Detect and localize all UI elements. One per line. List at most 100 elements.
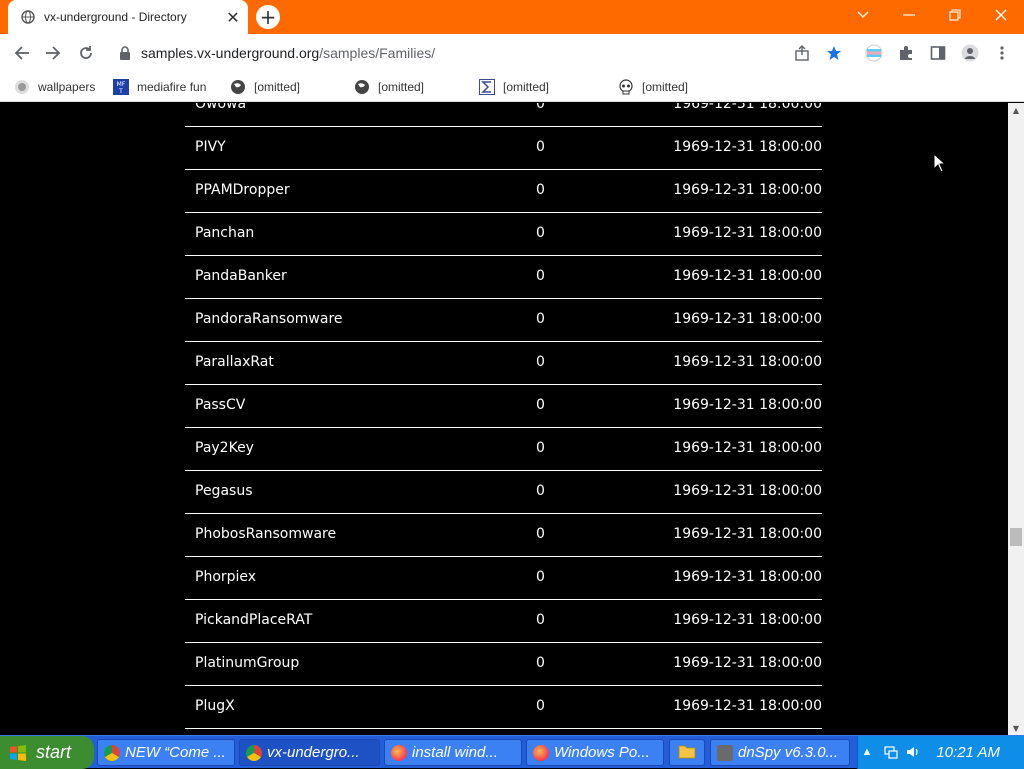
file-size: 0 [536,225,545,241]
file-size: 0 [536,655,545,671]
new-tab-button[interactable]: + [256,5,280,29]
table-row[interactable]: PandaBanker 0 1969-12-31 18:00:00 [185,256,822,299]
file-size: 0 [536,483,545,499]
restore-icon[interactable] [932,0,978,30]
family-name-link[interactable]: PlatinumGroup [195,655,299,671]
bookmark-label: [omitted] [378,80,425,94]
chrome-icon [104,744,120,761]
tab-vx-underground[interactable]: vx-underground - Directory ✕ [8,0,248,34]
vertical-scrollbar[interactable]: ▲ ▼ [1008,103,1024,735]
profile-icon[interactable] [960,43,980,63]
bookmark-label: wallpapers [38,80,96,94]
reload-icon[interactable] [72,39,100,67]
modified-date: 1969-12-31 18:00:00 [673,612,822,628]
taskbar-item-firefox-windows[interactable]: Windows Po... [526,739,664,766]
taskbar-item-chrome-vx[interactable]: vx-undergro... [239,739,380,766]
modified-date: 1969-12-31 18:00:00 [673,354,822,370]
table-row[interactable]: PhobosRansomware 0 1969-12-31 18:00:00 [185,514,822,557]
chrome-icon [246,744,262,761]
family-name-link[interactable]: Pegasus [195,483,252,499]
tray-expand-icon[interactable]: ▲ [860,745,874,759]
close-window-icon[interactable] [978,0,1024,30]
table-row[interactable]: PlatinumGroup 0 1969-12-31 18:00:00 [185,643,822,686]
family-name-link[interactable]: PIVY [195,139,226,155]
table-row[interactable]: Pay2Key 0 1969-12-31 18:00:00 [185,428,822,471]
bookmark-4[interactable]: [omitted] [354,76,424,98]
modified-date: 1969-12-31 18:00:00 [673,440,822,456]
modified-date: 1969-12-31 18:00:00 [673,103,822,112]
scroll-down-icon[interactable]: ▼ [1008,721,1024,735]
file-size: 0 [536,569,545,585]
forward-icon[interactable] [39,39,67,67]
extensions-icon[interactable] [896,43,916,63]
clock[interactable]: 10:21 AM [936,744,1000,761]
modified-date: 1969-12-31 18:00:00 [673,225,822,241]
back-icon[interactable] [8,39,36,67]
start-button[interactable]: start [0,736,94,769]
address-bar[interactable]: samples.vx-underground.org/samples/Famil… [107,38,847,68]
family-name-link[interactable]: Pay2Key [195,440,254,456]
family-name-link[interactable]: PandaBanker [195,268,287,284]
bookmark-star-icon[interactable] [824,43,844,63]
svg-text:T: T [118,88,123,95]
menu-icon[interactable] [992,43,1012,63]
taskbar-item-firefox-install[interactable]: install wind... [384,739,522,766]
modified-date: 1969-12-31 18:00:00 [673,311,822,327]
family-name-link[interactable]: PassCV [195,397,245,413]
table-row[interactable]: Owowa 0 1969-12-31 18:00:00 [185,103,822,127]
table-row[interactable]: PlugX 0 1969-12-31 18:00:00 [185,686,822,729]
close-tab-icon[interactable]: ✕ [222,6,244,28]
family-name-link[interactable]: PlugX [195,698,235,714]
file-size: 0 [536,354,545,370]
taskbar-item-label: dnSpy v6.3.0... [738,744,839,761]
family-name-link[interactable]: PandoraRansomware [195,311,343,327]
profile-flag-icon[interactable] [864,43,884,63]
modified-date: 1969-12-31 18:00:00 [673,483,822,499]
table-row[interactable]: Phorpiex 0 1969-12-31 18:00:00 [185,557,822,600]
chevron-down-icon[interactable] [840,0,886,30]
bookmark-5[interactable]: [omitted] [479,76,549,98]
table-row[interactable]: Panchan 0 1969-12-31 18:00:00 [185,213,822,256]
family-name-link[interactable]: Panchan [195,225,254,241]
lock-icon[interactable] [117,45,133,61]
family-name-link[interactable]: ParallaxRat [195,354,274,370]
bookmark-label: [omitted] [642,80,689,94]
bookmark-mediafire-fun[interactable]: MF T mediafire fun [113,76,206,98]
table-row[interactable]: ParallaxRat 0 1969-12-31 18:00:00 [185,342,822,385]
side-panel-icon[interactable] [928,43,948,63]
modified-date: 1969-12-31 18:00:00 [673,268,822,284]
minimize-icon[interactable] [886,0,932,30]
table-row[interactable]: PPAMDropper 0 1969-12-31 18:00:00 [185,170,822,213]
modified-date: 1969-12-31 18:00:00 [673,526,822,542]
taskbar-item-chrome-new[interactable]: NEW “Come ... [97,739,235,766]
file-size: 0 [536,139,545,155]
family-name-link[interactable]: PickandPlaceRAT [195,612,312,628]
table-row[interactable]: PIVY 0 1969-12-31 18:00:00 [185,127,822,170]
family-name-link[interactable]: PPAMDropper [195,182,290,198]
taskbar-item-label: vx-undergro... [267,744,360,761]
url-text: samples.vx-underground.org/samples/Famil… [141,45,435,61]
url-path: /samples/Families/ [319,45,436,61]
table-row[interactable]: Pegasus 0 1969-12-31 18:00:00 [185,471,822,514]
table-row[interactable]: PandoraRansomware 0 1969-12-31 18:00:00 [185,299,822,342]
wallpapers-favicon [14,79,30,95]
taskbar-item-explorer[interactable] [669,739,705,766]
bookmark-6[interactable]: [omitted] [618,76,688,98]
modified-date: 1969-12-31 18:00:00 [673,139,822,155]
network-icon[interactable] [884,745,898,759]
family-name-link[interactable]: Owowa [195,103,246,112]
bookmark-label: [omitted] [503,80,550,94]
scroll-thumb[interactable] [1010,528,1022,546]
scroll-up-icon[interactable]: ▲ [1008,103,1024,117]
table-row[interactable]: PickandPlaceRAT 0 1969-12-31 18:00:00 [185,600,822,643]
family-name-link[interactable]: Phorpiex [195,569,256,585]
taskbar-item-dnspy[interactable]: dnSpy v6.3.0... [710,739,850,766]
table-row[interactable]: PassCV 0 1969-12-31 18:00:00 [185,385,822,428]
file-size: 0 [536,103,545,112]
modified-date: 1969-12-31 18:00:00 [673,698,822,714]
volume-icon[interactable] [906,745,920,759]
bookmark-3[interactable]: [omitted] [230,76,300,98]
share-icon[interactable] [792,43,812,63]
bookmark-wallpapers[interactable]: wallpapers [14,76,95,98]
family-name-link[interactable]: PhobosRansomware [195,526,336,542]
